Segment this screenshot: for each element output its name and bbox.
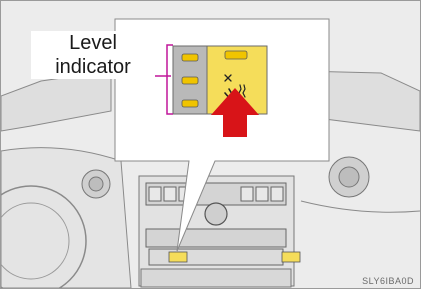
left-seat-heater-switch [168,251,188,263]
console-lower [140,268,292,288]
level-indicator-2 [181,76,199,85]
right-seat-heater-switch [281,251,301,263]
switch-indicator [224,50,248,60]
steering-area [1,147,132,288]
level-indicator-label: Level indicator [31,31,155,79]
level-indicator-3 [181,53,199,62]
right-vent-center [338,166,360,188]
label-line-1: Level [69,32,117,54]
center-knob [204,202,228,226]
level-indicator-1 [181,99,199,108]
label-line-2: indicator [55,56,131,78]
diagram-frame: Level indicator SLY6IBA0D [0,0,421,289]
left-vent-center [88,176,104,192]
figure-code: SLY6IBA0D [362,276,414,286]
console-button-row-2 [145,228,287,248]
